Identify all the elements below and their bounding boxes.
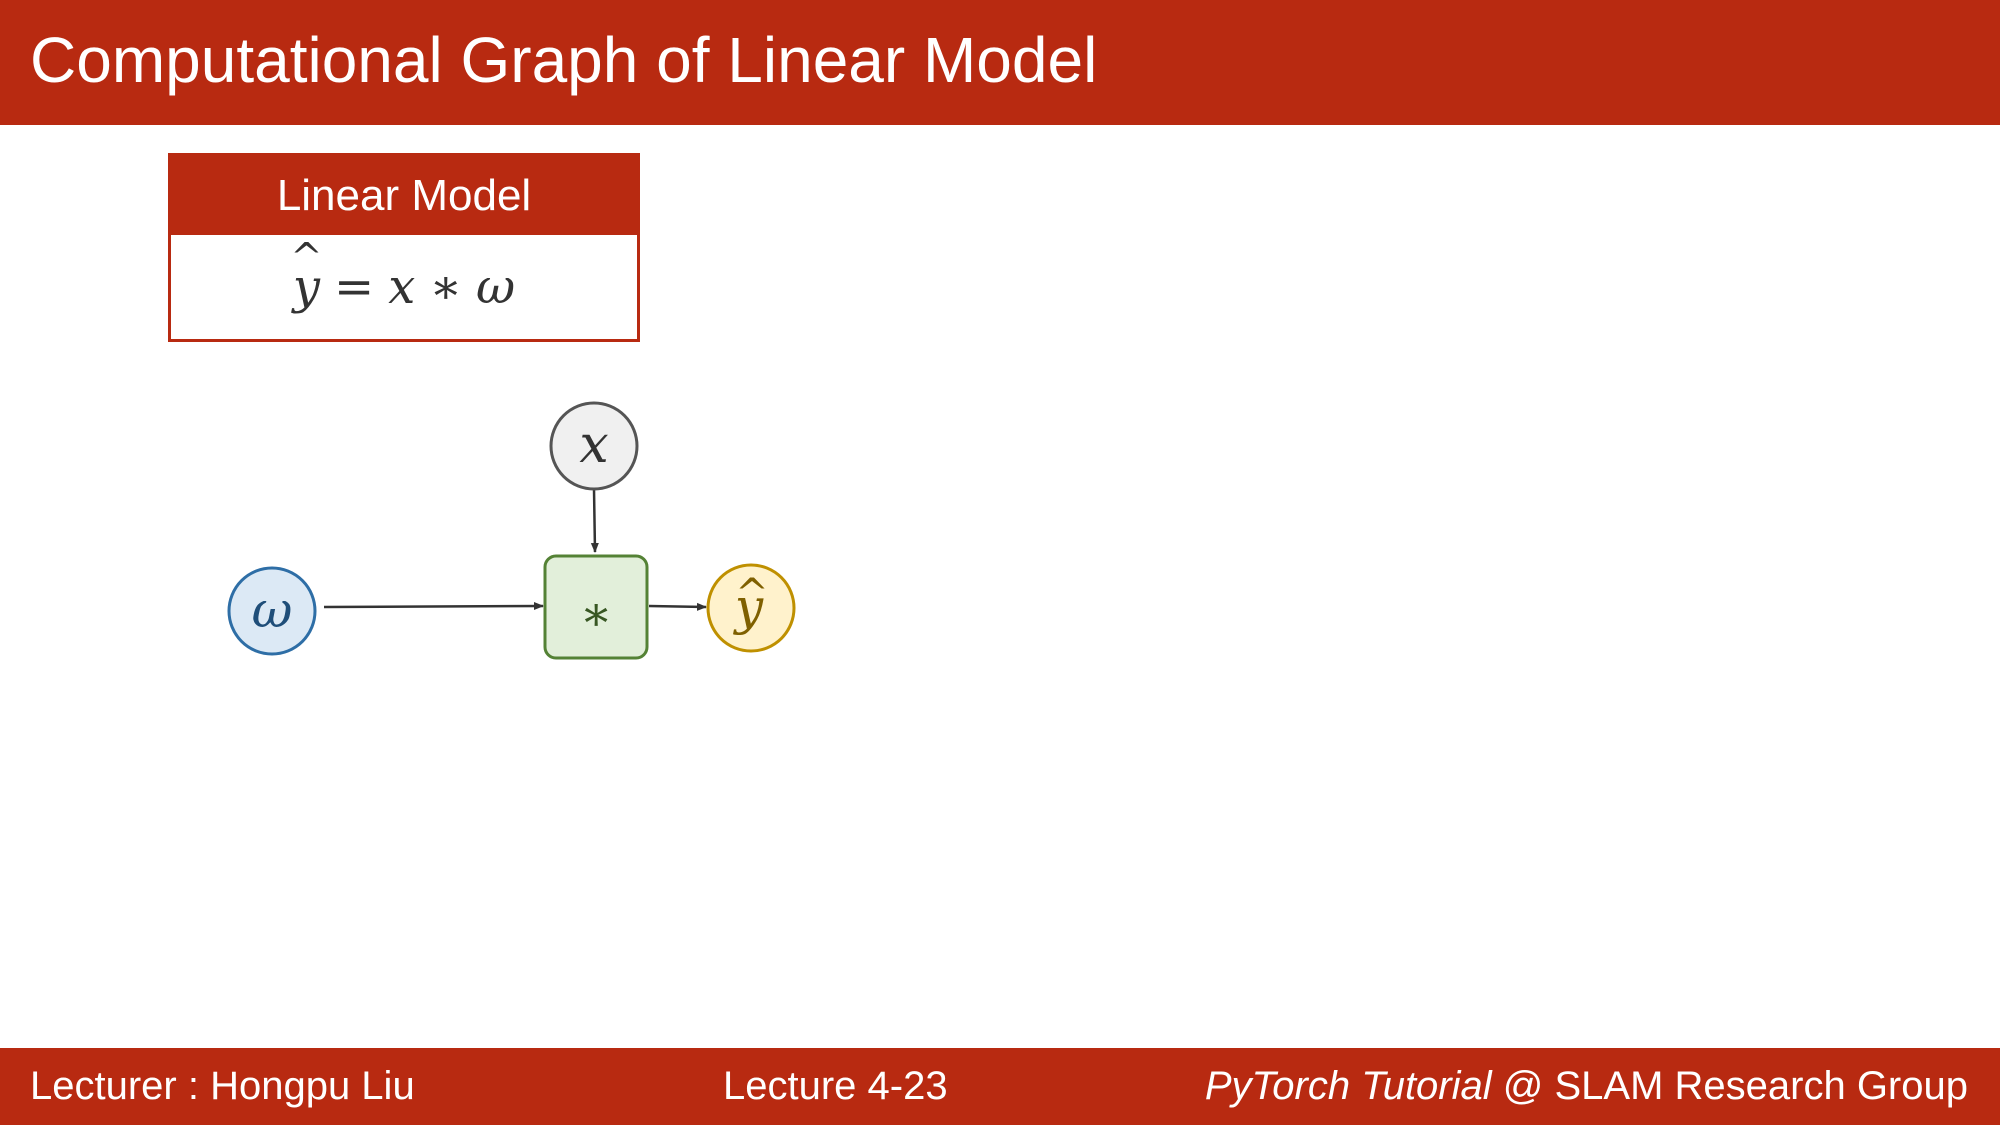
node-x-label: x	[579, 415, 608, 475]
footer-lecturer: Lecturer : Hongpu Liu	[30, 1064, 415, 1108]
footer-bar: Lecturer : Hongpu Liu Lecture 4-23 PyTor…	[0, 1048, 2000, 1125]
node-yhat-label: y	[733, 578, 764, 636]
edge-w-to-multiply	[323, 602, 544, 611]
node-omega: ω	[227, 566, 317, 656]
node-yhat: ^ y	[706, 563, 796, 653]
node-omega-label: ω	[252, 581, 293, 639]
computational-graph: x ω ∗ ^ y	[227, 401, 796, 660]
node-x: x	[549, 401, 639, 491]
edge-multiply-to-yhat	[648, 602, 707, 611]
footer-course: PyTorch Tutorial @ SLAM Research Group	[1205, 1063, 1968, 1109]
footer-course-name: PyTorch Tutorial	[1204, 1064, 1492, 1108]
edge-x-to-multiply	[590, 488, 599, 553]
footer-lecture-number: Lecture 4-23	[723, 1064, 948, 1108]
footer-group: @ SLAM Research Group	[1491, 1064, 1968, 1108]
node-multiply: ∗	[543, 554, 649, 660]
node-multiply-label: ∗	[580, 586, 613, 642]
